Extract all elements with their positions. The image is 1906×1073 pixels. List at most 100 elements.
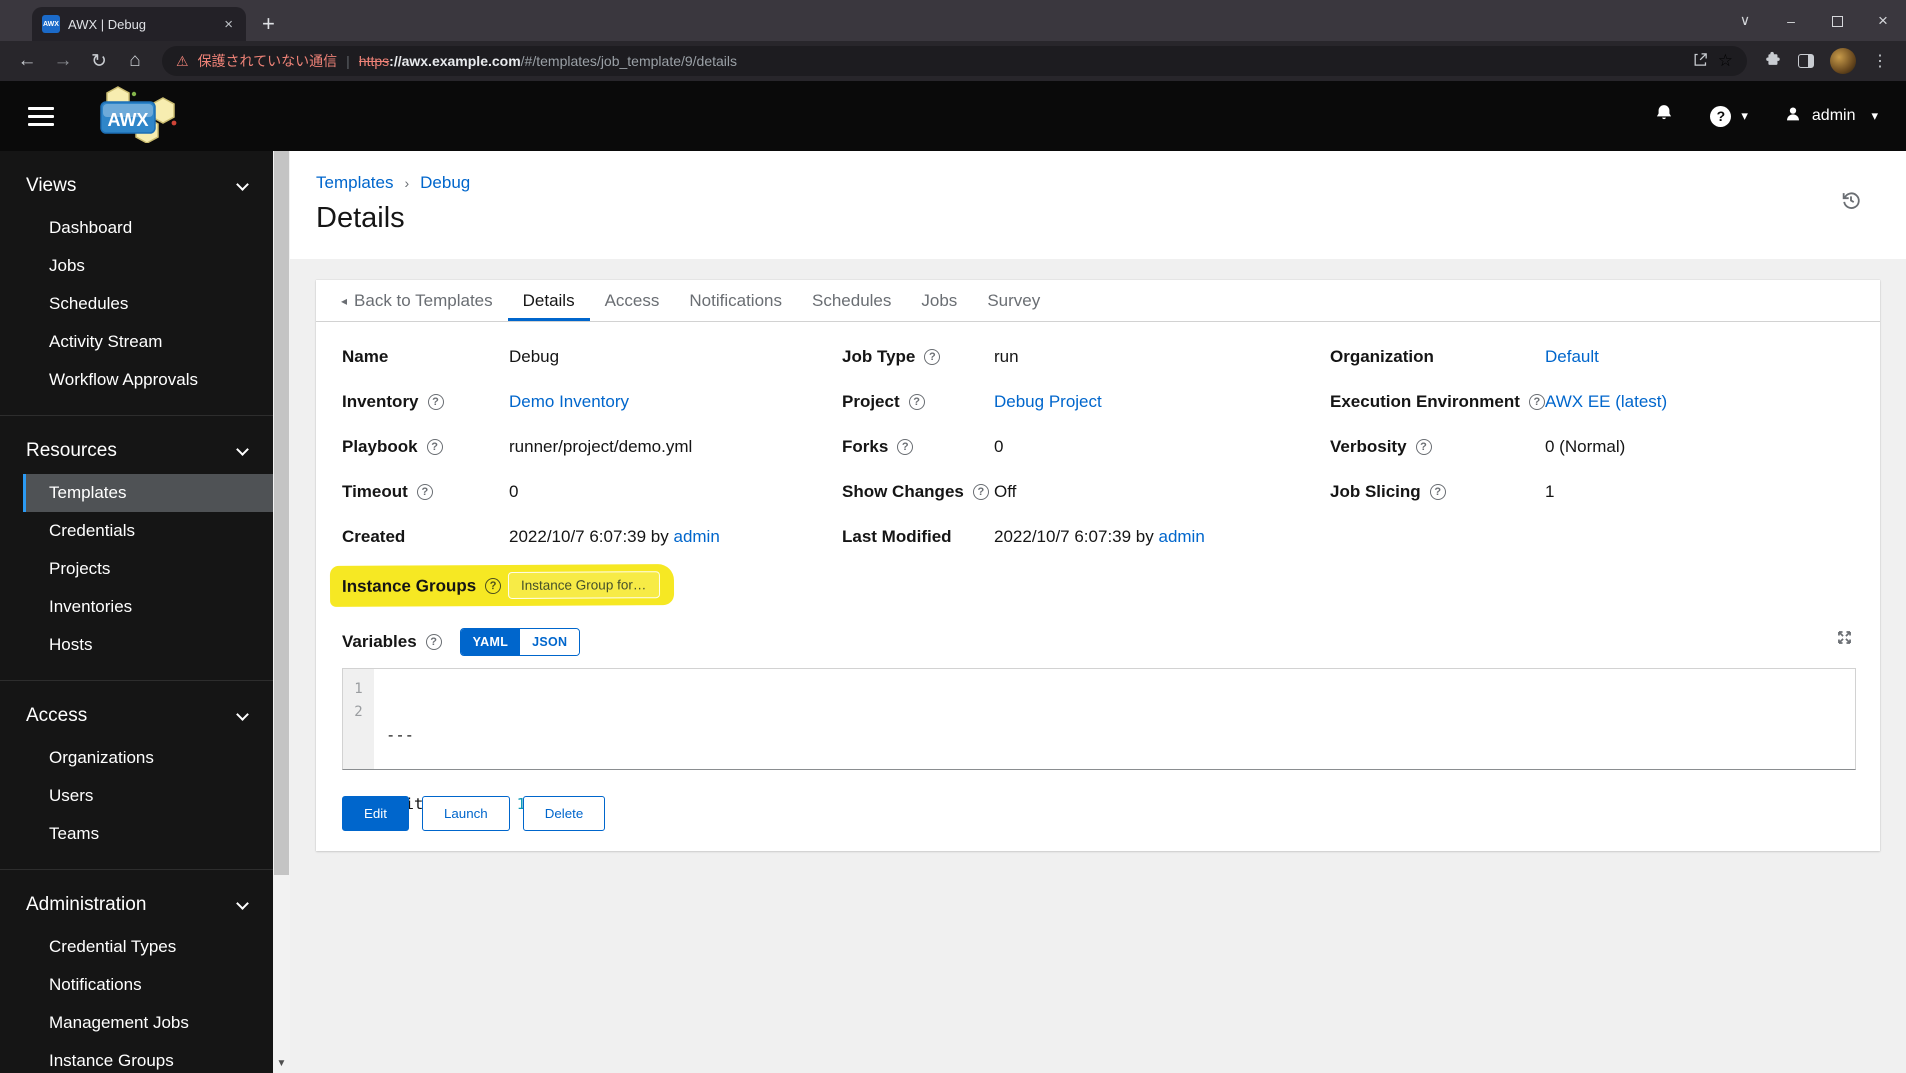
- sidebar-item-users[interactable]: Users: [23, 777, 273, 815]
- scrollbar-down-arrow-icon[interactable]: ▼: [273, 1058, 290, 1069]
- url-text[interactable]: https://awx.example.com/#/templates/job_…: [359, 53, 737, 69]
- json-toggle-button[interactable]: JSON: [520, 629, 580, 655]
- inventory-link[interactable]: Demo Inventory: [509, 392, 629, 411]
- security-warning-icon[interactable]: ⚠: [176, 53, 189, 70]
- help-icon[interactable]: ?: [1429, 483, 1446, 500]
- tab-back-to-templates[interactable]: ◂ Back to Templates: [326, 280, 508, 321]
- browser-profile-avatar[interactable]: [1830, 48, 1856, 74]
- help-icon[interactable]: ?: [908, 393, 925, 410]
- minimize-icon[interactable]: –: [1768, 13, 1814, 29]
- tab-details[interactable]: Details: [508, 280, 590, 321]
- sidebar-item-projects[interactable]: Projects: [23, 550, 273, 588]
- sidebar-item-workflow-approvals[interactable]: Workflow Approvals: [23, 361, 273, 399]
- browser-menu-kebab-icon[interactable]: ⋮: [1872, 51, 1888, 71]
- tab-schedules[interactable]: Schedules: [797, 280, 906, 321]
- back-icon[interactable]: ←: [10, 50, 44, 72]
- chevron-down-icon: [236, 707, 249, 721]
- help-icon[interactable]: ?: [1710, 105, 1732, 127]
- nav-group-access[interactable]: Access: [0, 705, 273, 727]
- yaml-toggle-button[interactable]: YAML: [460, 629, 521, 655]
- tab-notifications[interactable]: Notifications: [674, 280, 797, 321]
- execution-environment-link[interactable]: AWX EE (latest): [1545, 392, 1667, 411]
- expand-icon[interactable]: [1835, 628, 1854, 652]
- project-link[interactable]: Debug Project: [994, 392, 1102, 411]
- variables-code-editor[interactable]: 1 2 --- wait_minutes: 10: [342, 668, 1856, 813]
- tab-jobs[interactable]: Jobs: [906, 280, 972, 321]
- close-window-icon[interactable]: ×: [1860, 11, 1906, 31]
- new-tab-button[interactable]: +: [262, 13, 275, 35]
- help-icon[interactable]: ?: [1528, 393, 1545, 410]
- help-icon[interactable]: ?: [924, 348, 941, 365]
- created-by-admin-link[interactable]: admin: [673, 527, 719, 546]
- sidebar-item-credentials[interactable]: Credentials: [23, 512, 273, 550]
- toolbar-right: ⋮: [1757, 48, 1896, 74]
- url-bar[interactable]: ⚠ 保護されていない通信 | https://awx.example.com/#…: [162, 46, 1747, 76]
- help-icon[interactable]: ?: [485, 577, 502, 594]
- nav-toggle-hamburger-icon[interactable]: [28, 106, 54, 126]
- sidebar-item-hosts[interactable]: Hosts: [23, 626, 273, 664]
- browser-toolbar: ← → ↻ ⌂ ⚠ 保護されていない通信 | https://awx.examp…: [0, 41, 1906, 81]
- help-icon[interactable]: ?: [425, 634, 442, 650]
- sidebar-item-templates[interactable]: Templates: [23, 474, 273, 512]
- tab-survey[interactable]: Survey: [972, 280, 1055, 321]
- instance-groups-highlight: Instance Groups ? Instance Group for Pri…: [329, 564, 675, 607]
- editor-code[interactable]: --- wait_minutes: 10: [374, 669, 547, 813]
- reload-icon[interactable]: ↻: [82, 50, 116, 73]
- sidebar-item-notifications[interactable]: Notifications: [23, 966, 273, 1004]
- help-icon[interactable]: ?: [972, 483, 989, 500]
- sidebar-item-jobs[interactable]: Jobs: [23, 247, 273, 285]
- breadcrumb-debug-link[interactable]: Debug: [420, 173, 470, 193]
- sidebar-item-teams[interactable]: Teams: [23, 815, 273, 853]
- sidebar-item-instance-groups[interactable]: Instance Groups: [23, 1042, 273, 1073]
- maximize-icon[interactable]: [1814, 13, 1860, 29]
- help-icon[interactable]: ?: [1415, 438, 1432, 455]
- instance-group-chip[interactable]: Instance Group for Pri...: [507, 571, 661, 599]
- nav-group-administration[interactable]: Administration: [0, 894, 273, 916]
- nav-group-views[interactable]: Views: [0, 175, 273, 197]
- tab-title: AWX | Debug: [68, 16, 147, 32]
- field-label-playbook: Playbook?: [342, 437, 509, 457]
- tab-access[interactable]: Access: [590, 280, 675, 321]
- home-icon[interactable]: ⌂: [118, 50, 152, 72]
- side-panel-icon[interactable]: [1798, 54, 1814, 68]
- breadcrumb-templates-link[interactable]: Templates: [316, 173, 393, 193]
- security-warning-text[interactable]: 保護されていない通信: [198, 51, 338, 71]
- modified-by-admin-link[interactable]: admin: [1158, 527, 1204, 546]
- sidebar-item-schedules[interactable]: Schedules: [23, 285, 273, 323]
- sidebar-item-inventories[interactable]: Inventories: [23, 588, 273, 626]
- awx-logo[interactable]: AWX: [88, 85, 180, 148]
- sidebar-item-credential-types[interactable]: Credential Types: [23, 928, 273, 966]
- forward-icon[interactable]: →: [46, 50, 80, 72]
- field-label-job-type: Job Type?: [842, 347, 994, 367]
- help-menu[interactable]: ? ▾: [1710, 105, 1748, 127]
- help-caret-icon: ▾: [1741, 108, 1748, 123]
- user-menu[interactable]: admin ▾: [1784, 105, 1878, 128]
- field-value-job-type: run: [994, 346, 1019, 366]
- share-icon[interactable]: [1692, 51, 1709, 71]
- extensions-puzzle-icon[interactable]: [1765, 50, 1782, 72]
- tab-close-icon[interactable]: ×: [219, 16, 238, 33]
- launch-button[interactable]: Launch: [421, 796, 510, 831]
- nav-group-resources[interactable]: Resources: [0, 440, 273, 462]
- field-value-job-slicing: 1: [1545, 481, 1555, 501]
- field-label-created: Created: [342, 526, 406, 546]
- sidebar-item-activity-stream[interactable]: Activity Stream: [23, 323, 273, 361]
- sidebar-scrollbar[interactable]: ▼: [273, 151, 290, 1073]
- sidebar-item-management-jobs[interactable]: Management Jobs: [23, 1004, 273, 1042]
- help-icon[interactable]: ?: [416, 483, 433, 500]
- edit-button[interactable]: Edit: [342, 796, 409, 831]
- sidebar-item-organizations[interactable]: Organizations: [23, 739, 273, 777]
- help-icon[interactable]: ?: [427, 393, 444, 410]
- browser-tab[interactable]: AWX AWX | Debug ×: [32, 7, 246, 41]
- bookmark-star-icon[interactable]: ☆: [1718, 51, 1733, 71]
- tab-search-icon[interactable]: ∨: [1722, 12, 1768, 29]
- help-icon[interactable]: ?: [426, 438, 443, 455]
- help-icon[interactable]: ?: [897, 438, 914, 455]
- field-label-last-modified: Last Modified: [842, 526, 952, 546]
- delete-button[interactable]: Delete: [522, 796, 606, 831]
- activity-history-icon[interactable]: [1840, 189, 1862, 216]
- scrollbar-thumb[interactable]: [274, 151, 289, 875]
- notifications-bell-icon[interactable]: [1654, 103, 1674, 129]
- sidebar-item-dashboard[interactable]: Dashboard: [23, 209, 273, 247]
- organization-link[interactable]: Default: [1545, 347, 1599, 366]
